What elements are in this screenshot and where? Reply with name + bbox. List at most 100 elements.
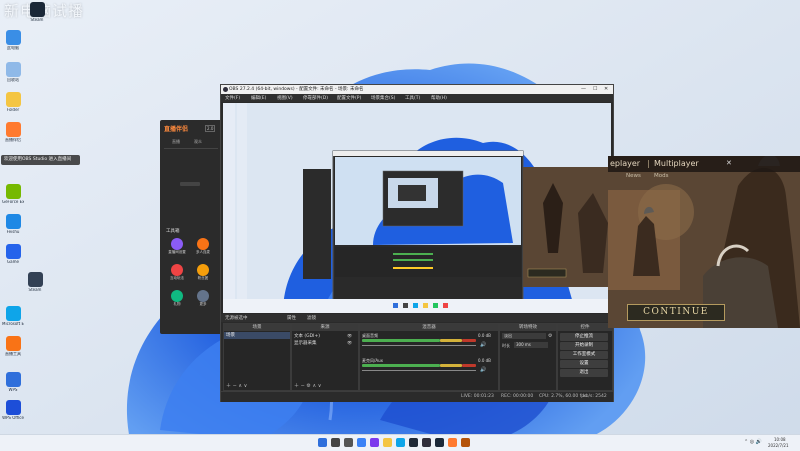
widgets-icon[interactable] (357, 438, 366, 447)
windows-start-icon[interactable] (318, 438, 327, 447)
menu-item[interactable]: 文件(F) (225, 95, 240, 101)
clock-date[interactable]: 2022/7/21 (768, 443, 789, 448)
search-icon[interactable] (331, 438, 340, 447)
desktop-icon[interactable]: 直播工具 (2, 336, 24, 357)
continue-button[interactable]: CONTINUE (627, 304, 725, 321)
studio-mode-button[interactable]: 工作室模式 (560, 351, 608, 359)
tab-audience[interactable]: 观众 (194, 139, 202, 145)
steam-icon[interactable] (435, 438, 444, 447)
scene-item[interactable]: 场景 (224, 332, 290, 339)
scene-add-remove-icon[interactable]: ＋ − ∧ ∨ (226, 382, 247, 389)
desktop-icon[interactable]: Feishu (2, 214, 24, 235)
source-item[interactable]: 显示器采集 (294, 340, 317, 346)
tool-item[interactable]: 互动玩法 (166, 264, 188, 281)
close-icon[interactable]: ✕ (726, 159, 732, 167)
edge-icon[interactable] (396, 438, 405, 447)
mixer-dock-title: 混音器 (360, 324, 498, 331)
source-item[interactable]: 文本 (GDI+) (294, 333, 320, 339)
volume-slider[interactable] (362, 345, 476, 346)
tool-label: 直播间设置 (168, 250, 186, 254)
menu-item[interactable]: 停靠部件(D) (303, 95, 328, 101)
desktop-icon[interactable]: 此电脑 (2, 30, 24, 51)
audio-mixer-dock[interactable]: 混音器 桌面音频 0.0 dB 🔊 麦克风/Aux 0.0 dB 🔊 (359, 323, 499, 391)
obs-menubar: 文件(F) 编辑(E) 视图(V) 停靠部件(D) 配置文件(P) 场景集合(S) 工具(T… (221, 94, 613, 102)
minimize-icon[interactable]: — (581, 86, 586, 92)
obs-titlebar[interactable]: OBS 27.2.4 (64-bit, windows) - 配置文件: 未命名… (221, 85, 613, 94)
desktop-icon[interactable]: Game (2, 244, 24, 265)
maximize-icon[interactable]: ☐ (593, 86, 597, 92)
volume-slider[interactable] (362, 370, 476, 371)
desktop-icon[interactable]: Steam (26, 2, 48, 23)
desktop-icon[interactable]: GeForce Experience (2, 184, 24, 205)
desktop-icon[interactable]: 直播伴侣 (2, 122, 24, 143)
tool-item[interactable]: 更多 (192, 290, 214, 307)
desktop-icon[interactable]: Microsoft Edge (2, 306, 24, 327)
game-icon[interactable] (461, 438, 470, 447)
speaker-icon[interactable]: 🔊 (480, 367, 486, 373)
no-source-label: 无源被选中 (225, 316, 248, 321)
tool-item[interactable]: 礼物 (166, 290, 188, 307)
game-title-left[interactable]: eplayer (610, 159, 640, 168)
obs-window[interactable]: OBS 27.2.4 (64-bit, windows) - 配置文件: 未命名… (220, 84, 614, 402)
tool-item[interactable]: 直播间设置 (166, 238, 188, 255)
live-companion-window[interactable]: 直播伴侣 2.0 直播 观众 工具箱 直播间设置 多人连麦 互动玩法 粉丝团 礼物 更多 (160, 120, 222, 334)
exit-button[interactable]: 退出 (560, 369, 608, 377)
chat-icon[interactable] (370, 438, 379, 447)
tool-item[interactable]: 粉丝团 (192, 264, 214, 281)
menu-item[interactable]: 配置文件(P) (337, 95, 361, 101)
multiplayer-tab[interactable]: Multiplayer (654, 159, 699, 168)
game-launcher-window[interactable]: eplayer Multiplayer ✕ News Mods CONTINUE (608, 156, 800, 328)
close-icon[interactable]: ✕ (604, 86, 608, 92)
game-icon (5, 244, 21, 259)
game-artwork (608, 156, 800, 328)
start-recording-button[interactable]: 开始录制 (560, 342, 608, 350)
store-icon[interactable] (409, 438, 418, 447)
scenes-dock[interactable]: 场景 场景 ＋ − ∧ ∨ (223, 323, 291, 391)
controls-dock[interactable]: 控件 停止推流 开始录制 工作室模式 设置 退出 (557, 323, 613, 391)
filters-button[interactable]: 滤镜 (307, 315, 316, 321)
placeholder-bar (180, 182, 200, 186)
desktop-icon-label: 此电脑 (7, 46, 19, 50)
menu-item[interactable]: 工具(T) (405, 95, 420, 101)
tray-icons[interactable]: ⌃ ◎ 🔊 (744, 439, 762, 445)
visibility-eye-icon[interactable]: 👁 (347, 333, 352, 338)
live-companion-icon[interactable] (448, 438, 457, 447)
properties-button[interactable]: 属性 (287, 315, 296, 321)
stop-streaming-button[interactable]: 停止推流 (560, 333, 608, 341)
recycle-bin-icon (5, 62, 21, 77)
obs-icon[interactable] (422, 438, 431, 447)
desktop-icon[interactable]: 回收站 (2, 62, 24, 83)
menu-item[interactable]: 场景集合(S) (371, 95, 395, 101)
source-add-remove-icon[interactable]: ＋ − ⚙ ∧ ∨ (294, 382, 321, 389)
title-divider (648, 160, 649, 168)
visibility-eye-icon[interactable]: 👁 (347, 340, 352, 345)
menu-item[interactable]: 编辑(E) (251, 95, 266, 101)
transition-select[interactable]: 淡出 (502, 333, 546, 339)
obs-preview[interactable] (223, 103, 611, 313)
nvidia-icon (5, 184, 21, 199)
gear-icon[interactable]: ⚙ (548, 333, 552, 339)
desktop-icon[interactable]: WPS (2, 372, 24, 393)
sources-dock[interactable]: 来源 文本 (GDI+) 显示器采集 👁 👁 ＋ − ⚙ ∧ ∨ (291, 323, 359, 391)
tool-icon (197, 238, 209, 250)
file-explorer-icon[interactable] (383, 438, 392, 447)
news-tab[interactable]: News (626, 173, 641, 179)
volume-meter-peak (462, 364, 476, 367)
menu-item[interactable]: 帮助(H) (431, 95, 447, 101)
duration-input[interactable]: 300 ms (514, 342, 548, 348)
desktop-icon[interactable]: Folder (2, 92, 24, 113)
tab-live[interactable]: 直播 (172, 139, 180, 145)
task-view-icon[interactable] (344, 438, 353, 447)
tool-item[interactable]: 多人连麦 (192, 238, 214, 255)
volume-meter-high (440, 339, 462, 342)
desktop-icon[interactable]: WPS Office (2, 400, 24, 421)
obs-logo-icon (223, 87, 228, 92)
menu-item[interactable]: 视图(V) (277, 95, 293, 101)
settings-button[interactable]: 设置 (560, 360, 608, 368)
speaker-icon[interactable]: 🔊 (480, 342, 486, 348)
transitions-dock[interactable]: 转场特效 淡出 ⚙ 时长 300 ms (499, 323, 557, 391)
clock-time[interactable]: 10:08 (774, 437, 786, 442)
mods-tab[interactable]: Mods (654, 173, 668, 179)
desktop-icon-label: 直播伴侣 (5, 138, 21, 142)
desktop-icon[interactable]: Steam (24, 272, 46, 293)
